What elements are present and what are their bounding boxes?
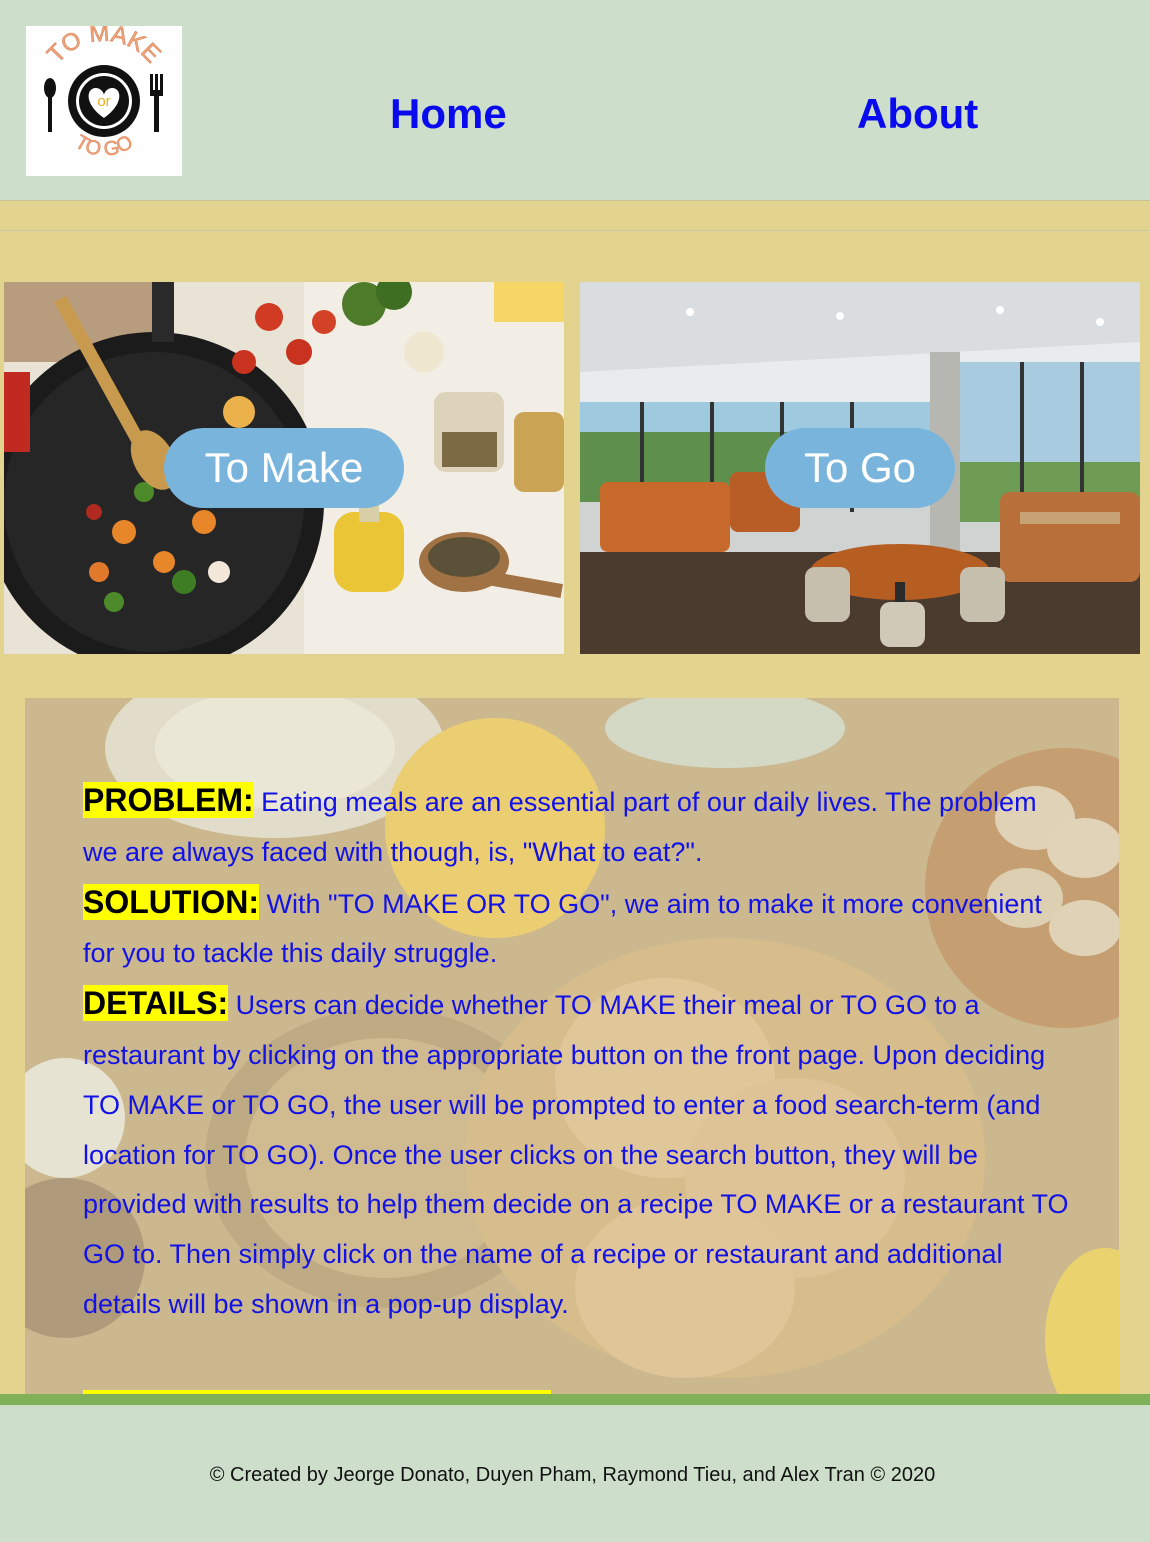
details-tag: DETAILS: [83, 985, 229, 1022]
solution-tag: SOLUTION: [83, 883, 259, 920]
to-make-button[interactable]: To Make [164, 428, 404, 508]
nav-home-link[interactable]: Home [390, 90, 507, 138]
description-text: PROBLEM: Eating meals are an essential p… [83, 776, 1073, 1330]
logo-middle-text: or [97, 93, 110, 110]
description-panel: PROBLEM: Eating meals are an essential p… [25, 698, 1119, 1394]
to-go-card[interactable]: To Go [580, 282, 1140, 654]
logo-top-text: TO MAKE [42, 26, 166, 68]
footer-accent-bar [0, 1394, 1150, 1405]
to-make-card[interactable]: To Make [4, 282, 564, 654]
nav-about-link[interactable]: About [857, 90, 978, 138]
footer-credits: © Created by Jeorge Donato, Duyen Pham, … [209, 1464, 936, 1486]
site-footer: © Created by Jeorge Donato, Duyen Pham, … [0, 1405, 1150, 1542]
divider-line [0, 230, 1150, 231]
to-go-button[interactable]: To Go [765, 428, 955, 508]
site-logo[interactable]: TO MAKE or TO GO [26, 26, 182, 176]
site-header: TO MAKE or TO GO Home About [0, 0, 1150, 201]
logo-graphic: TO MAKE or TO GO [42, 26, 166, 161]
problem-tag: PROBLEM: [83, 782, 254, 818]
details-text: Users can decide whether TO MAKE their m… [83, 990, 1069, 1319]
